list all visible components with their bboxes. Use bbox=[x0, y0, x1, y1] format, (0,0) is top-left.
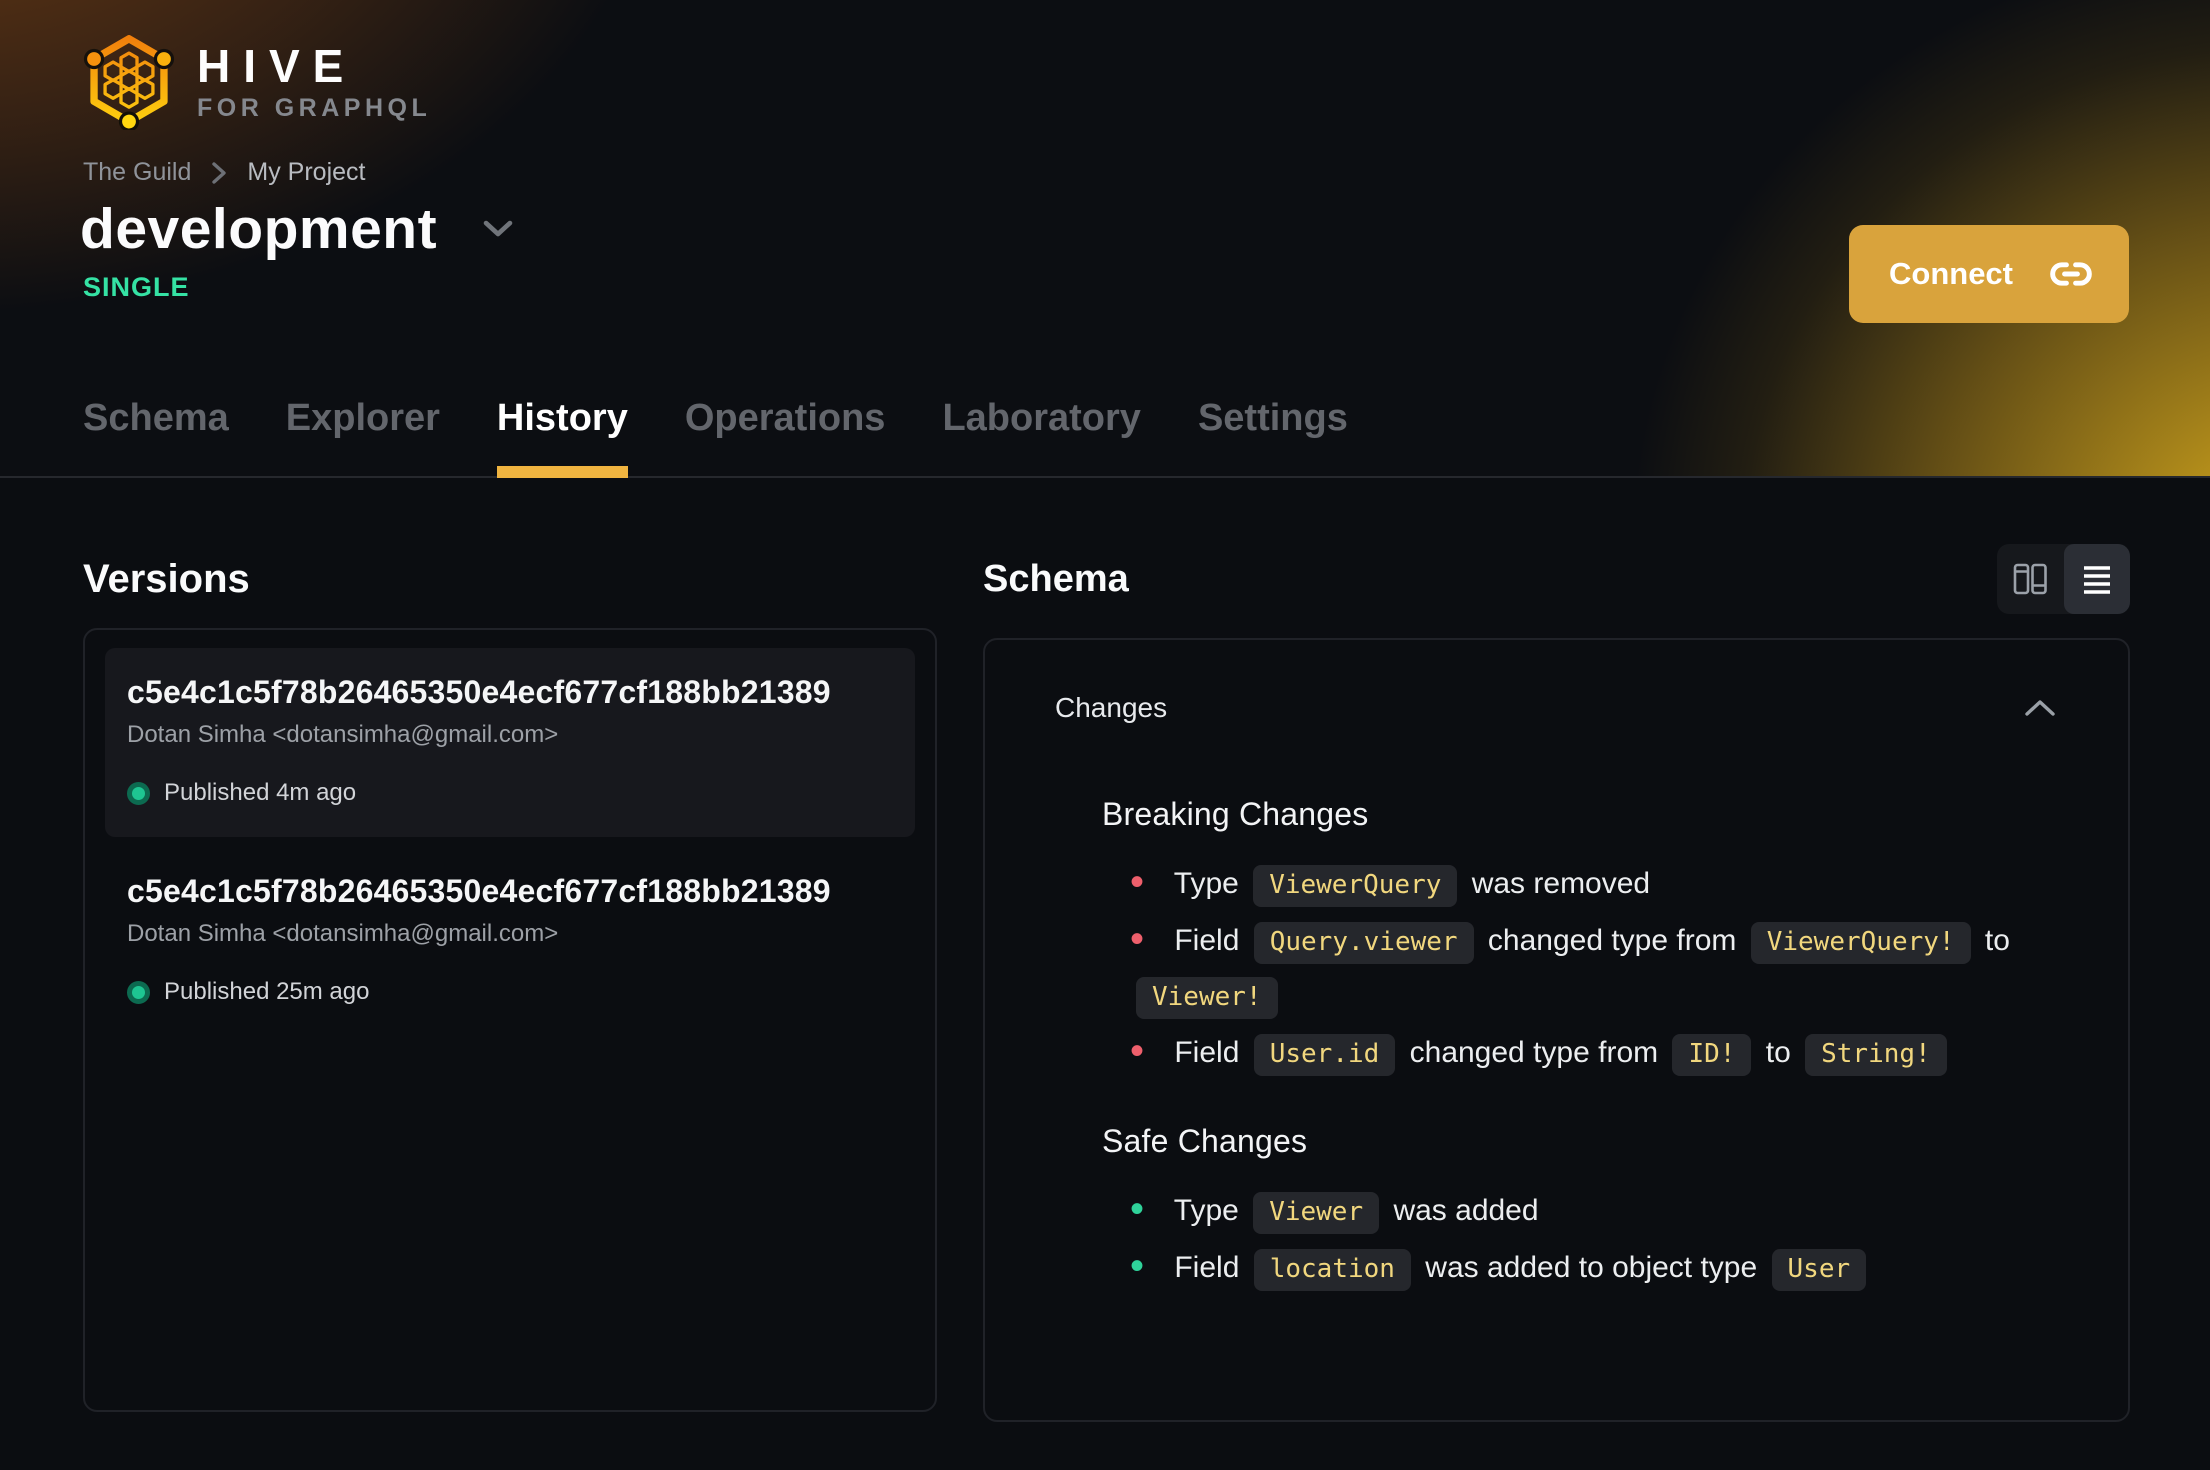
code-chip: User.id bbox=[1253, 1034, 1396, 1076]
code-chip: Viewer! bbox=[1136, 977, 1278, 1019]
version-status: Published 25m ago bbox=[127, 978, 893, 1006]
tab-settings[interactable]: Settings bbox=[1198, 396, 1348, 478]
code-chip: Viewer bbox=[1253, 1192, 1380, 1234]
list-view-icon bbox=[2083, 566, 2110, 594]
tab-bar: Schema Explorer History Operations Laborator… bbox=[83, 396, 1348, 478]
change-section-breaking-changes: Breaking Changes Type ViewerQuery was re… bbox=[1102, 796, 2058, 1081]
page-title: development bbox=[80, 197, 438, 261]
code-chip: ID! bbox=[1672, 1034, 1752, 1076]
hive-honeycomb-icon bbox=[83, 35, 175, 130]
version-item[interactable]: c5e4c1c5f78b26465350e4ecf677cf188bb21389… bbox=[105, 847, 915, 1036]
connect-button[interactable]: Connect bbox=[1849, 225, 2129, 323]
schema-header: Schema bbox=[983, 544, 2130, 614]
version-status: Published 4m ago bbox=[127, 779, 893, 807]
tab-history[interactable]: History bbox=[496, 396, 628, 478]
published-dot-icon bbox=[127, 980, 150, 1004]
schema-title: Schema bbox=[983, 557, 1129, 600]
versions-column: Versions c5e4c1c5f78b26465350e4ecf677cf1… bbox=[83, 544, 937, 1422]
change-item: Field Query.viewer changed type from Vie… bbox=[1130, 912, 2047, 1024]
version-author: Dotan Simha <dotansimha@gmail.com> bbox=[127, 920, 559, 947]
published-dot-icon bbox=[127, 781, 150, 805]
link-icon bbox=[2050, 262, 2092, 286]
change-item: Type Viewer was added bbox=[1130, 1182, 2047, 1239]
schema-column: Schema Changes Breaking Changes • Type V… bbox=[983, 544, 2130, 1422]
brand[interactable]: HIVE FOR GRAPHQL bbox=[83, 34, 431, 130]
code-chip: Query.viewer bbox=[1253, 922, 1474, 964]
changes-title: Changes bbox=[1055, 692, 1168, 723]
environment-selector[interactable]: development bbox=[80, 196, 515, 262]
tab-laboratory[interactable]: Laboratory bbox=[942, 396, 1140, 478]
change-item: Type ViewerQuery was removed bbox=[1130, 855, 2047, 912]
breadcrumb-project[interactable]: My Project bbox=[247, 158, 365, 187]
view-toggle bbox=[1997, 544, 2130, 614]
versions-title: Versions bbox=[83, 556, 250, 601]
change-list: Type Viewer was added Field location was… bbox=[1102, 1182, 2047, 1296]
main-content: Versions c5e4c1c5f78b26465350e4ecf677cf1… bbox=[0, 478, 2210, 1422]
changes-accordion-header[interactable]: Changes bbox=[1055, 692, 2058, 724]
versions-header: Versions bbox=[83, 544, 937, 614]
chevron-right-icon bbox=[212, 161, 227, 184]
columns-view-icon bbox=[2013, 563, 2048, 595]
status-badge: SINGLE bbox=[83, 272, 190, 302]
version-status-text: Published 25m ago bbox=[164, 978, 370, 1005]
version-status-text: Published 4m ago bbox=[164, 779, 357, 806]
breadcrumb-org[interactable]: The Guild bbox=[83, 158, 191, 187]
list-view-button[interactable] bbox=[2063, 544, 2130, 614]
code-chip: location bbox=[1253, 1249, 1411, 1291]
code-chip: ViewerQuery bbox=[1253, 865, 1458, 907]
code-chip: User bbox=[1771, 1249, 1867, 1291]
brand-title: HIVE bbox=[197, 40, 357, 92]
chevron-up-icon[interactable] bbox=[2022, 697, 2058, 719]
version-author: Dotan Simha <dotansimha@gmail.com> bbox=[127, 721, 559, 748]
change-section-title: Safe Changes bbox=[1102, 1123, 1308, 1159]
changes-body: Breaking Changes Type ViewerQuery was re… bbox=[1055, 796, 2058, 1296]
tab-schema[interactable]: Schema bbox=[83, 396, 229, 478]
versions-panel: c5e4c1c5f78b26465350e4ecf677cf188bb21389… bbox=[83, 628, 937, 1412]
connect-button-label: Connect bbox=[1889, 256, 2013, 291]
code-chip: ViewerQuery! bbox=[1750, 922, 1971, 964]
brand-text: HIVE FOR GRAPHQL bbox=[197, 42, 431, 122]
breadcrumb: The Guild My Project bbox=[83, 158, 365, 187]
code-chip: String! bbox=[1805, 1034, 1947, 1076]
brand-subtitle: FOR GRAPHQL bbox=[197, 94, 432, 122]
change-list: Type ViewerQuery was removed Field Query… bbox=[1102, 855, 2047, 1081]
page-header: HIVE FOR GRAPHQL The Guild My Project de… bbox=[0, 0, 2210, 478]
change-section-title: Breaking Changes bbox=[1102, 796, 1369, 832]
columns-view-button[interactable] bbox=[1997, 544, 2064, 614]
version-hash: c5e4c1c5f78b26465350e4ecf677cf188bb21389 bbox=[127, 674, 831, 710]
version-hash: c5e4c1c5f78b26465350e4ecf677cf188bb21389 bbox=[127, 873, 831, 909]
change-item: Field location was added to object type … bbox=[1130, 1239, 2047, 1296]
chevron-down-icon[interactable] bbox=[481, 219, 515, 239]
tab-explorer[interactable]: Explorer bbox=[286, 396, 440, 478]
tab-operations[interactable]: Operations bbox=[685, 396, 886, 478]
version-item[interactable]: c5e4c1c5f78b26465350e4ecf677cf188bb21389… bbox=[105, 648, 915, 837]
change-section-safe-changes: Safe Changes Type Viewer was added Field… bbox=[1102, 1123, 2058, 1296]
changes-panel: Changes Breaking Changes Type ViewerQuer… bbox=[983, 638, 2130, 1422]
change-item: Field User.id changed type from ID! to S… bbox=[1130, 1024, 2047, 1081]
